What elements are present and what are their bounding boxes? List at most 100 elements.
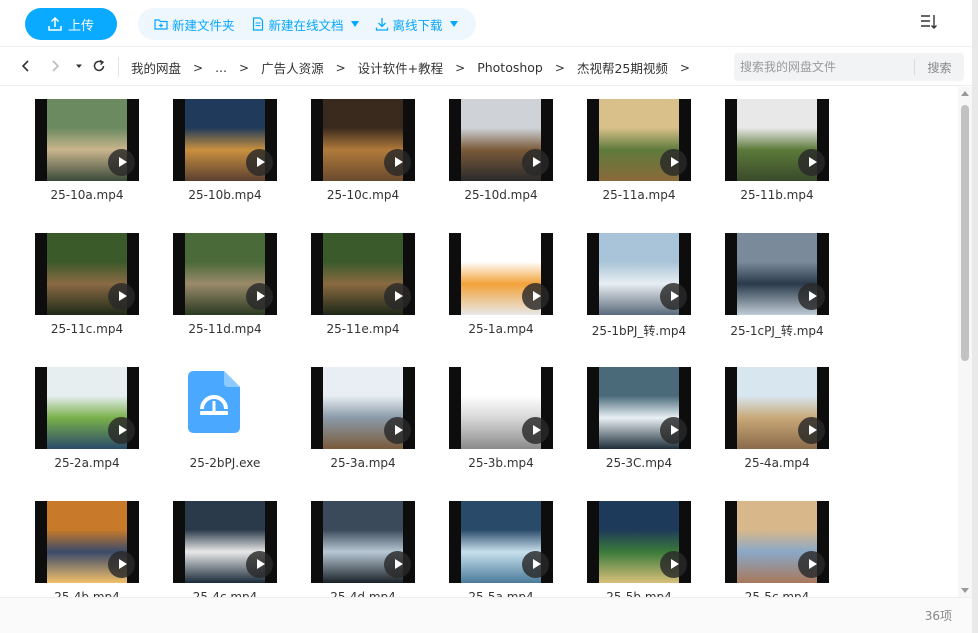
file-item[interactable]: 25-11b.mp4 [714,97,852,231]
file-item[interactable]: 25-11a.mp4 [576,97,714,231]
video-thumbnail [311,233,415,315]
search-button[interactable]: 搜索 [915,53,964,81]
breadcrumb-separator: > [335,60,346,75]
play-icon[interactable] [522,417,549,444]
video-thumbnail [587,367,691,449]
file-item[interactable]: 25-11c.mp4 [24,231,162,365]
sort-icon[interactable] [919,12,939,32]
video-thumbnail [725,99,829,181]
upload-button[interactable]: 上传 [25,8,117,40]
video-thumbnail [449,233,553,315]
new-folder-button[interactable]: 新建文件夹 [146,8,243,40]
back-button[interactable] [17,57,35,75]
video-thumbnail [587,233,691,315]
file-name: 25-4b.mp4 [54,590,120,597]
play-icon[interactable] [384,283,411,310]
breadcrumb-separator[interactable]: > [680,61,690,75]
play-icon[interactable] [246,283,273,310]
file-name: 25-3a.mp4 [330,456,396,470]
file-item[interactable]: 25-3a.mp4 [300,365,438,499]
file-item[interactable]: 25-5c.mp4 [714,499,852,597]
file-name: 25-10b.mp4 [188,188,262,202]
play-icon[interactable] [108,283,135,310]
file-item[interactable]: 25-5b.mp4 [576,499,714,597]
file-item[interactable]: 25-3C.mp4 [576,365,714,499]
file-item[interactable]: 25-10a.mp4 [24,97,162,231]
video-thumbnail [35,501,139,583]
file-name: 25-11b.mp4 [740,188,814,202]
play-icon[interactable] [246,551,273,578]
refresh-button[interactable] [90,57,108,75]
file-item[interactable]: 25-1bPJ_转.mp4 [576,231,714,365]
file-name: 25-2bPJ.exe [189,456,261,470]
file-item[interactable]: 25-1cPJ_转.mp4 [714,231,852,365]
search-input[interactable] [734,53,914,81]
play-icon[interactable] [108,417,135,444]
play-icon[interactable] [660,417,687,444]
scroll-up-icon[interactable] [961,91,969,96]
file-name: 25-11c.mp4 [50,322,124,336]
toolbar: 上传 新建文件夹 新建在线文档 离线下载 [0,0,978,46]
play-icon[interactable] [798,417,825,444]
refresh-icon [93,59,105,72]
breadcrumb-item[interactable]: Photoshop [477,60,543,75]
breadcrumb-item[interactable]: 广告人资源 [261,58,324,77]
caret-down-icon [76,64,82,68]
play-icon[interactable] [798,149,825,176]
scrollbar-thumb[interactable] [961,105,969,361]
file-item[interactable]: 25-10c.mp4 [300,97,438,231]
play-icon[interactable] [384,417,411,444]
navigation-bar: 我的网盘 > ... > 广告人资源 > 设计软件+教程 > Photoshop… [0,46,978,86]
play-icon[interactable] [660,551,687,578]
play-icon[interactable] [660,283,687,310]
play-icon[interactable] [798,283,825,310]
file-name: 25-1a.mp4 [468,322,534,336]
video-thumbnail [35,367,139,449]
play-icon[interactable] [108,149,135,176]
file-item[interactable]: 25-11d.mp4 [162,231,300,365]
new-online-doc-button[interactable]: 新建在线文档 [243,8,367,40]
folder-plus-icon [154,19,168,30]
play-icon[interactable] [660,149,687,176]
file-item[interactable]: 25-4d.mp4 [300,499,438,597]
file-item[interactable]: 25-4b.mp4 [24,499,162,597]
download-icon [375,18,388,31]
play-icon[interactable] [522,283,549,310]
play-icon[interactable] [522,551,549,578]
file-name: 25-4c.mp4 [192,590,258,597]
file-item[interactable]: 25-5a.mp4 [438,499,576,597]
history-dropdown[interactable] [70,57,88,75]
forward-button[interactable] [46,57,64,75]
file-item[interactable]: 25-4c.mp4 [162,499,300,597]
file-item[interactable]: 25-3b.mp4 [438,365,576,499]
scroll-down-icon[interactable] [961,588,969,593]
breadcrumb-item[interactable]: 设计软件+教程 [358,58,443,77]
play-icon[interactable] [384,551,411,578]
chevron-left-icon [21,60,29,72]
video-thumbnail [449,367,553,449]
play-icon[interactable] [384,149,411,176]
video-thumbnail [725,501,829,583]
file-item[interactable]: 25-10d.mp4 [438,97,576,231]
play-icon[interactable] [798,551,825,578]
file-name: 25-11a.mp4 [602,188,676,202]
play-icon[interactable] [522,149,549,176]
vertical-scrollbar[interactable] [958,87,972,597]
video-thumbnail [311,367,415,449]
divider [118,57,119,77]
play-icon[interactable] [108,551,135,578]
file-item[interactable]: 25-10b.mp4 [162,97,300,231]
video-thumbnail [35,99,139,181]
file-item[interactable]: 25-1a.mp4 [438,231,576,365]
file-item[interactable]: 25-11e.mp4 [300,231,438,365]
offline-download-button[interactable]: 离线下载 [367,8,466,40]
file-item[interactable]: 25-2bPJ.exe [162,365,300,499]
breadcrumb-current[interactable]: 杰视帮25期视频 [577,58,668,77]
breadcrumb-item[interactable]: ... [215,60,227,75]
video-thumbnail [725,367,829,449]
play-icon[interactable] [246,149,273,176]
breadcrumb-item[interactable]: 我的网盘 [131,58,181,77]
file-item[interactable]: 25-4a.mp4 [714,365,852,499]
file-item[interactable]: 25-2a.mp4 [24,365,162,499]
chevron-right-icon [52,60,60,72]
